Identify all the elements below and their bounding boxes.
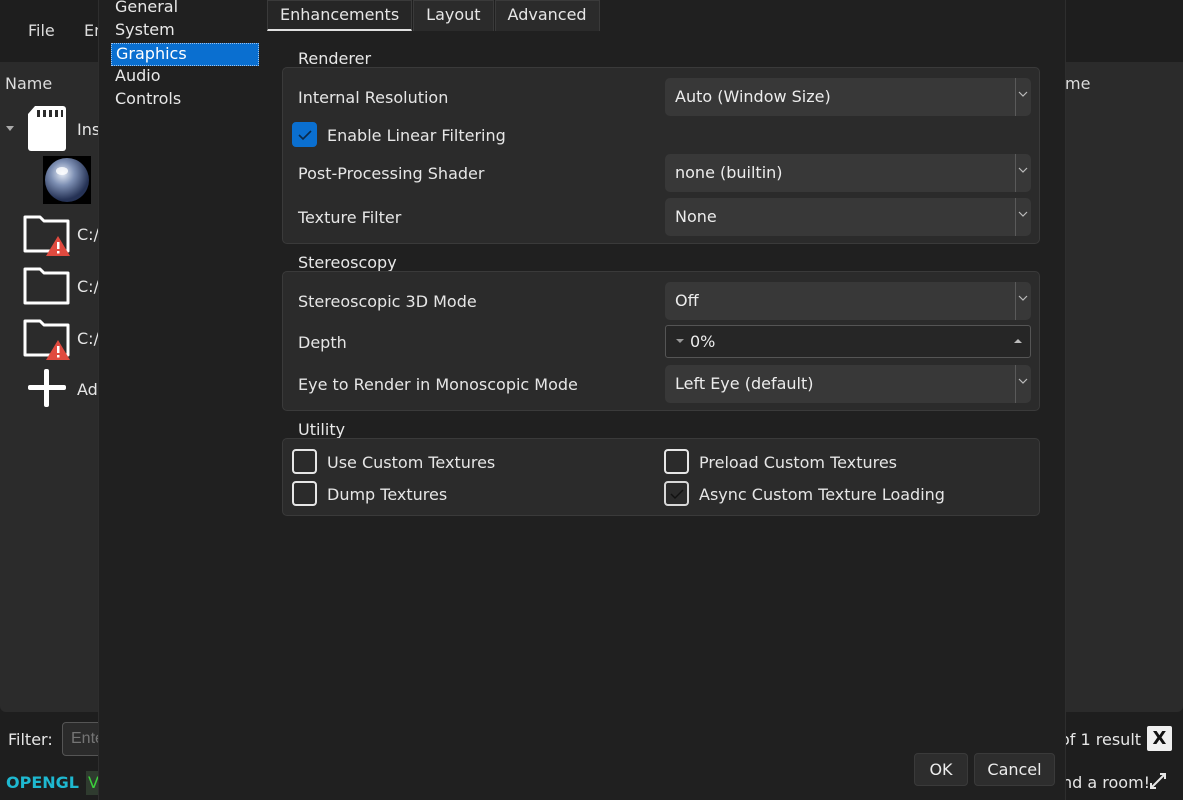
linear-filtering-label[interactable]: Enable Linear Filtering	[327, 126, 506, 145]
depth-label: Depth	[298, 333, 347, 352]
post-processing-select[interactable]: none (builtin)	[665, 154, 1031, 192]
internal-resolution-label: Internal Resolution	[298, 88, 449, 107]
combo-separator	[1015, 198, 1016, 236]
chevron-down-icon[interactable]	[1018, 293, 1028, 307]
stereoscopy-group: Stereoscopic 3D Mode Off Depth 0% Eye to…	[282, 271, 1040, 411]
chevron-down-icon[interactable]	[1018, 89, 1028, 103]
chevron-down-icon[interactable]	[1018, 165, 1028, 179]
post-processing-value: none (builtin)	[675, 163, 783, 182]
spin-down-icon[interactable]	[676, 339, 684, 343]
tab-layout[interactable]: Layout	[413, 0, 494, 31]
tab-bar: Enhancements Layout Advanced	[267, 0, 601, 32]
nav-item-controls[interactable]: Controls	[111, 89, 259, 112]
folder-warning-icon	[22, 315, 72, 365]
checkmark-icon	[670, 489, 684, 499]
sd-card-icon	[27, 104, 67, 156]
utility-group: Use Custom Textures Dump Textures Preloa…	[282, 438, 1040, 516]
configure-dialog: General System Graphics Audio Controls E…	[98, 0, 1066, 800]
async-texture-loading-checkbox[interactable]	[664, 481, 689, 506]
tab-enhancements[interactable]: Enhancements	[267, 0, 413, 31]
filter-label: Filter:	[8, 730, 53, 749]
combo-separator	[1015, 78, 1016, 116]
game-sphere-icon[interactable]	[43, 156, 91, 204]
stereo-mode-select[interactable]: Off	[665, 282, 1031, 320]
chevron-down-icon[interactable]	[1018, 376, 1028, 390]
post-processing-label: Post-Processing Shader	[298, 164, 485, 183]
folder-icon	[22, 263, 72, 313]
plus-icon[interactable]	[26, 367, 68, 413]
cancel-button[interactable]: Cancel	[974, 753, 1055, 786]
dump-textures-label[interactable]: Dump Textures	[327, 485, 447, 504]
filter-result-count: of 1 result	[1060, 730, 1142, 749]
ok-button[interactable]: OK	[914, 753, 968, 786]
mono-eye-label: Eye to Render in Monoscopic Mode	[298, 375, 578, 394]
texture-filter-label: Texture Filter	[298, 208, 402, 227]
clear-filter-button[interactable]: X	[1147, 726, 1172, 751]
renderer-group-title: Renderer	[298, 49, 372, 68]
nav-item-audio[interactable]: Audio	[111, 66, 259, 89]
combo-separator	[1015, 365, 1016, 403]
list-item-label[interactable]: C:/	[77, 277, 99, 296]
list-item-label[interactable]: C:/	[77, 329, 99, 348]
nav-item-system[interactable]: System	[111, 20, 259, 43]
renderer-group: Internal Resolution Auto (Window Size) E…	[282, 67, 1040, 244]
renderer-status[interactable]: OPENGL	[6, 773, 79, 792]
checkmark-icon	[298, 130, 312, 141]
tab-advanced[interactable]: Advanced	[494, 0, 600, 31]
linear-filtering-checkbox[interactable]	[292, 122, 317, 147]
column-header-name[interactable]: Name	[5, 74, 52, 93]
list-item-label[interactable]: C:/	[77, 225, 99, 244]
async-texture-loading-label[interactable]: Async Custom Texture Loading	[699, 485, 945, 504]
dump-textures-checkbox[interactable]	[292, 481, 317, 506]
stereo-mode-label: Stereoscopic 3D Mode	[298, 292, 477, 311]
expand-arrow-icon[interactable]	[6, 126, 14, 131]
internal-resolution-value: Auto (Window Size)	[675, 87, 831, 106]
combo-separator	[1015, 282, 1016, 320]
mono-eye-select[interactable]: Left Eye (default)	[665, 365, 1031, 403]
network-icon[interactable]	[1149, 772, 1167, 794]
depth-spinbox[interactable]: 0%	[665, 325, 1031, 358]
preload-custom-textures-label[interactable]: Preload Custom Textures	[699, 453, 897, 472]
spin-up-icon[interactable]	[1014, 339, 1022, 343]
internal-resolution-select[interactable]: Auto (Window Size)	[665, 78, 1031, 116]
use-custom-textures-label[interactable]: Use Custom Textures	[327, 453, 495, 472]
stereoscopy-group-title: Stereoscopy	[298, 253, 397, 272]
nav-item-general[interactable]: General	[111, 0, 259, 20]
utility-group-title: Utility	[298, 420, 346, 439]
settings-nav: General System Graphics Audio Controls	[111, 0, 261, 112]
mono-eye-value: Left Eye (default)	[675, 374, 814, 393]
column-header-filename[interactable]: me	[1065, 74, 1090, 93]
use-custom-textures-checkbox[interactable]	[292, 449, 317, 474]
folder-warning-icon	[22, 211, 72, 261]
texture-filter-select[interactable]: None	[665, 198, 1031, 236]
nav-item-graphics[interactable]: Graphics	[111, 43, 259, 66]
app-window: File Em Name me Ins C:/ C:/ C:/ Add Filt…	[0, 0, 1183, 800]
stereo-mode-value: Off	[675, 291, 699, 310]
preload-custom-textures-checkbox[interactable]	[664, 449, 689, 474]
depth-value[interactable]: 0%	[690, 332, 715, 351]
combo-separator	[1015, 154, 1016, 192]
list-item-label[interactable]: Ins	[77, 120, 100, 139]
multiplayer-status[interactable]: nd a room!	[1062, 773, 1150, 792]
menu-file[interactable]: File	[28, 21, 55, 40]
texture-filter-value: None	[675, 207, 717, 226]
chevron-down-icon[interactable]	[1018, 209, 1028, 223]
